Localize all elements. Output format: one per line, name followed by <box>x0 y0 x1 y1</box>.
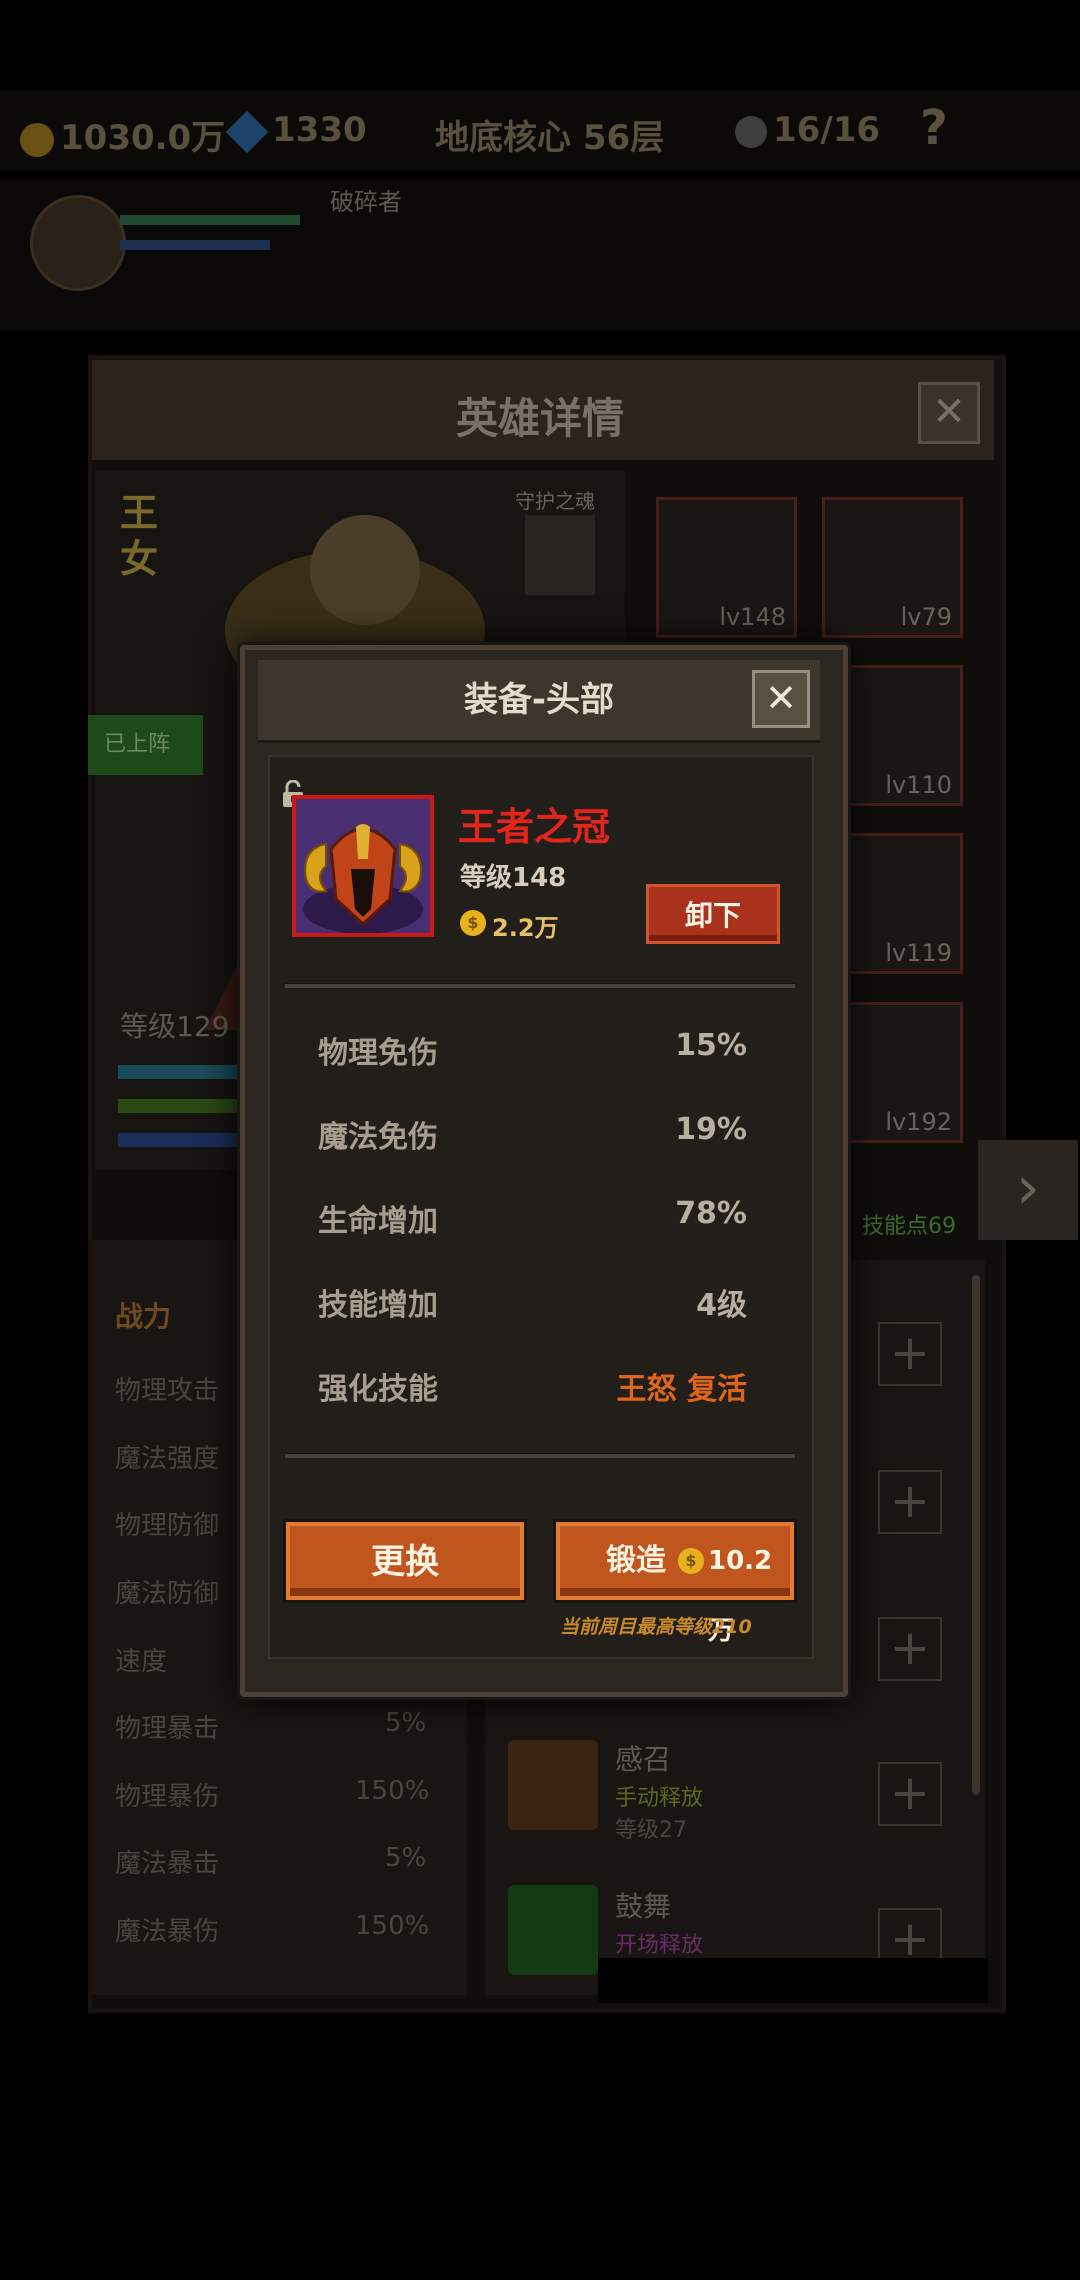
hero-level: 等级129 <box>120 1010 230 1043</box>
forge-cost: 10.2万 <box>708 1546 773 1646</box>
stat-label: 物理攻击 <box>115 1376 220 1406</box>
stat-label: 魔法暴伤 <box>115 1917 220 1947</box>
equip-slot-head[interactable]: lv148 <box>656 497 797 638</box>
stat-label: 速度 <box>115 1647 168 1677</box>
stat-label: 魔法防御 <box>115 1579 220 1609</box>
stat-label: 物理暴伤 <box>115 1782 220 1812</box>
skill-level: 等级27 <box>615 1818 687 1843</box>
skill-upgrade-button[interactable]: + <box>878 1617 942 1681</box>
stat-value: 78% <box>675 1196 747 1231</box>
item-icon-frame[interactable] <box>292 795 434 937</box>
gold-coin-icon: $ <box>460 910 486 936</box>
item-name: 王者之冠 <box>458 805 611 849</box>
gem-icon <box>225 110 269 153</box>
skill-upgrade-button[interactable]: + <box>878 1322 942 1386</box>
stat-label: 技能增加 <box>318 1288 438 1323</box>
stat-value: 5% <box>385 1843 427 1873</box>
skill-name: 鼓舞 <box>615 1890 672 1923</box>
forge-button[interactable]: 锻造 $ 10.2万 <box>556 1522 794 1646</box>
stat-label: 魔法暴击 <box>115 1849 220 1879</box>
skill-upgrade-button[interactable]: + <box>878 1762 942 1826</box>
skull-counter: 16/16 <box>735 110 880 150</box>
stat-value: 15% <box>675 1028 747 1063</box>
dialog-close-button[interactable]: ✕ <box>752 670 810 728</box>
stat-label: 强化技能 <box>318 1372 438 1407</box>
summon-skill-icon <box>508 1740 598 1830</box>
guardian-snake-icon[interactable] <box>525 515 595 595</box>
forge-label: 锻造 <box>606 1543 666 1578</box>
dialog-title: 装备-头部 <box>463 680 615 720</box>
next-hero-arrow[interactable]: › <box>978 1140 1078 1240</box>
item-level: 等级148 <box>460 863 567 893</box>
stat-value: 19% <box>675 1112 747 1147</box>
stat-label: 物理免伤 <box>318 1036 438 1071</box>
stat-label: 物理暴击 <box>115 1714 220 1744</box>
skills-scrollbar[interactable] <box>972 1275 980 1795</box>
max-level-note: 当前周目最高等级210 <box>560 1616 752 1638</box>
stat-label: 魔法免伤 <box>318 1120 438 1155</box>
help-button[interactable]: ? <box>920 100 948 156</box>
skull-icon <box>735 115 767 148</box>
skill-name: 感召 <box>615 1743 672 1776</box>
power-label: 战力 <box>115 1300 172 1333</box>
stat-value-enhanced-skills: 王怒 复活 <box>616 1372 747 1407</box>
item-price: 2.2万 <box>492 914 559 942</box>
stage-label: 地底核心 56层 <box>435 118 665 158</box>
hero-name: 王 女 <box>120 491 159 581</box>
gold-coin-icon: $ <box>678 1548 704 1574</box>
hero-portrait-avatar[interactable] <box>30 195 126 291</box>
skill-points: 技能点69 <box>862 1214 956 1239</box>
replace-button[interactable]: 更换 <box>286 1522 524 1600</box>
skill-type: 手动释放 <box>615 1786 704 1811</box>
inspire-skill-icon <box>508 1885 598 1975</box>
stat-value: 5% <box>385 1708 427 1738</box>
horned-helmet-icon <box>296 799 430 933</box>
equip-slot-amulet[interactable]: lv79 <box>822 497 963 638</box>
gold-counter: 1030.0万 <box>20 110 225 159</box>
hero-attribute-bars <box>118 1065 238 1167</box>
guardian-label: 守护之魂 <box>515 489 595 513</box>
skill-type: 开场释放 <box>615 1933 704 1958</box>
bar-blue <box>118 1133 238 1147</box>
stat-value: 150% <box>355 1911 430 1941</box>
bar-cyan <box>118 1065 238 1079</box>
hero-mp-bar <box>120 240 270 250</box>
stat-value: 4级 <box>696 1288 747 1323</box>
roster-label: 破碎者 <box>330 188 402 216</box>
skill-upgrade-button[interactable]: + <box>878 1470 942 1534</box>
stat-label: 物理防御 <box>115 1511 220 1541</box>
divider <box>285 983 795 988</box>
bar-green <box>118 1099 238 1113</box>
gem-counter: 1330 <box>225 110 367 153</box>
stat-label: 生命增加 <box>318 1204 438 1239</box>
divider <box>285 1453 795 1458</box>
unequip-button[interactable]: 卸下 <box>646 884 780 944</box>
hero-roster-strip <box>0 180 1080 330</box>
status-badge: 已上阵 <box>88 715 203 775</box>
hero-detail-close-button[interactable]: ✕ <box>918 382 980 444</box>
panel-clip <box>598 1958 988 2003</box>
stat-value: 150% <box>355 1776 430 1806</box>
hero-hp-bar <box>120 215 300 225</box>
gold-coin-icon <box>20 122 54 157</box>
stat-label: 魔法强度 <box>115 1444 220 1474</box>
